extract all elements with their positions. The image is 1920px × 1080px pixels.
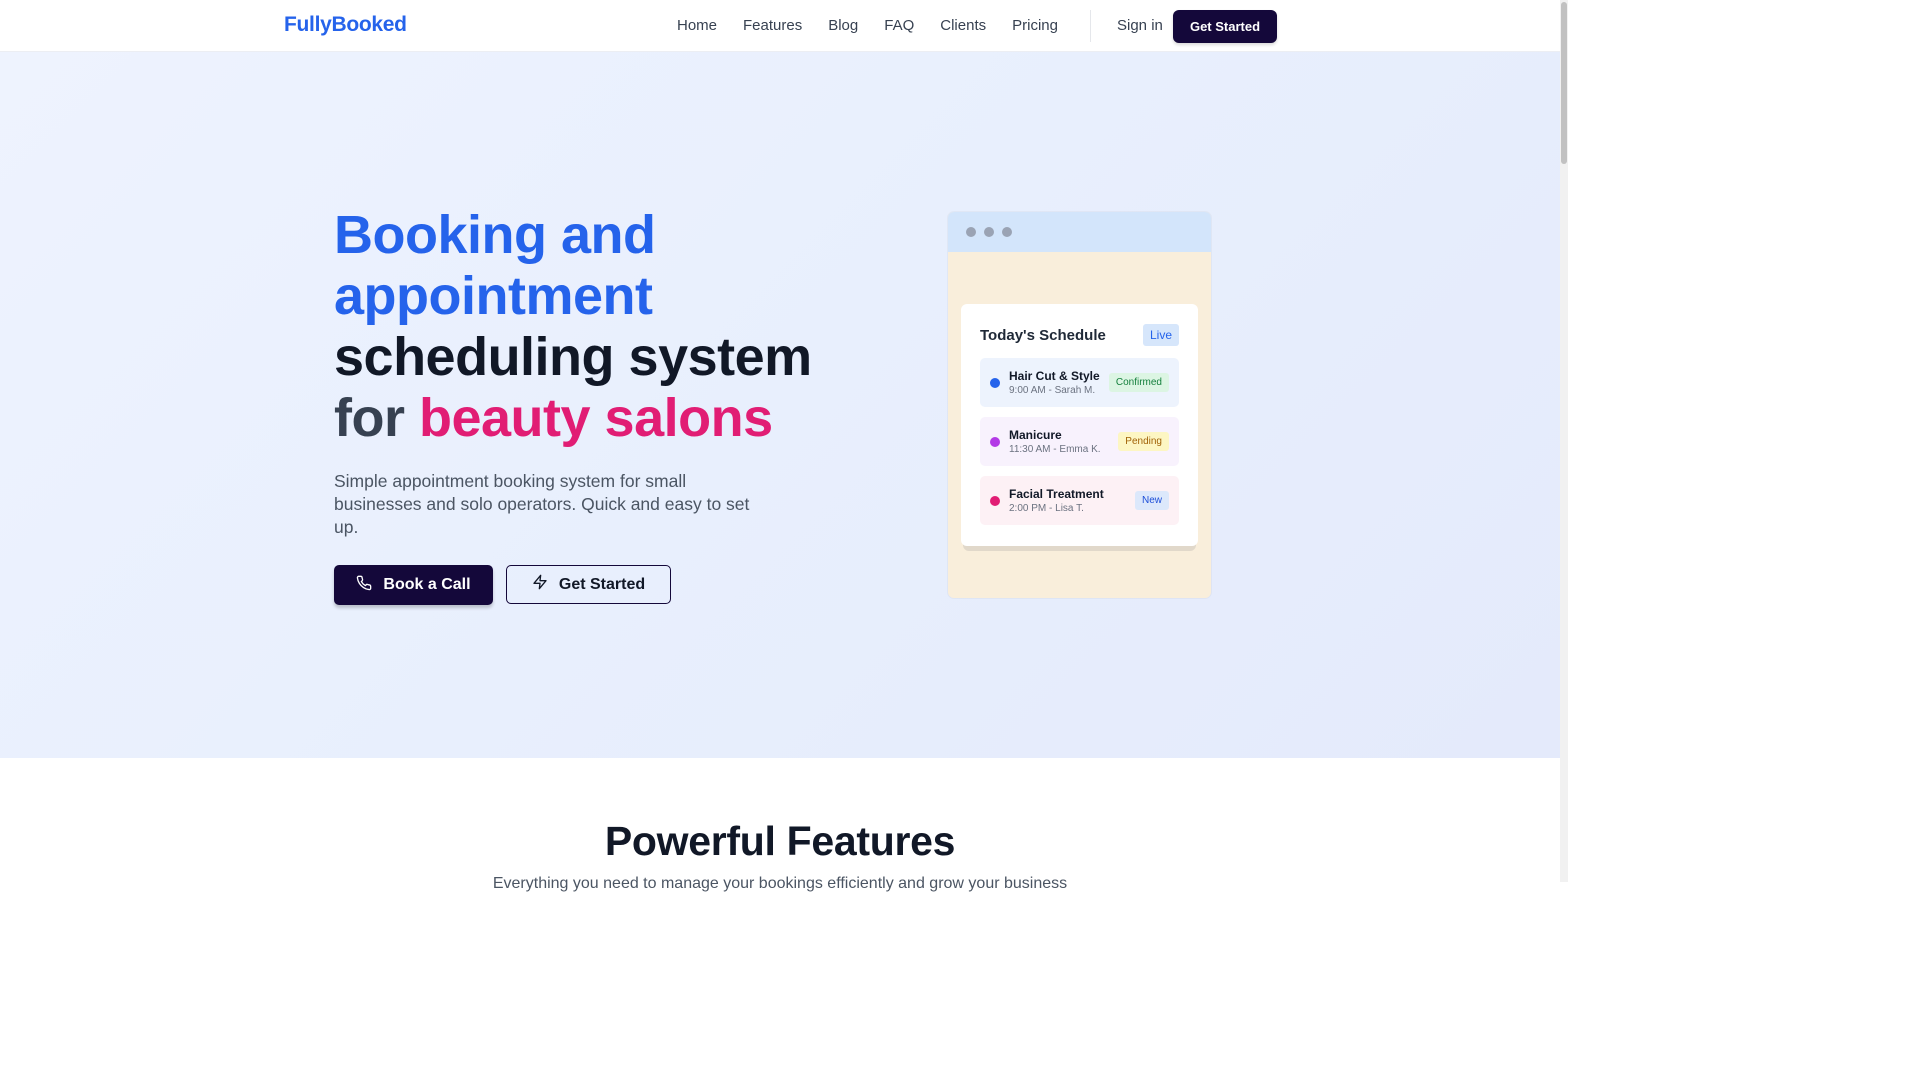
main-nav: Home Features Blog FAQ Clients Pricing	[677, 17, 1058, 34]
features-subtitle: Everything you need to manage your booki…	[492, 875, 1068, 892]
sign-in-link[interactable]: Sign in	[1117, 17, 1163, 34]
schedule-mockup: Today's Schedule Live Hair Cut & Style 9…	[948, 212, 1211, 598]
appointment-list: Hair Cut & Style 9:00 AM - Sarah M. Conf…	[980, 358, 1179, 525]
hero-title-highlight: beauty salons	[419, 388, 773, 448]
schedule-card: Today's Schedule Live Hair Cut & Style 9…	[961, 304, 1198, 546]
phone-icon	[356, 575, 372, 596]
status-dot	[990, 377, 1000, 388]
appointment-name: Manicure	[1009, 427, 1062, 442]
hero-title-line2: appointment	[334, 266, 653, 326]
nav-divider	[1090, 10, 1091, 42]
hero-title: Booking and appointment scheduling syste…	[334, 205, 854, 449]
lightning-icon	[532, 574, 548, 595]
nav-features[interactable]: Features	[743, 17, 802, 34]
hero-get-started-button[interactable]: Get Started	[506, 565, 671, 604]
window-dot	[1002, 227, 1012, 237]
book-call-button[interactable]: Book a Call	[334, 565, 493, 605]
nav-faq[interactable]: FAQ	[884, 17, 914, 34]
schedule-title: Today's Schedule	[980, 326, 1106, 344]
header-get-started-button[interactable]: Get Started	[1173, 10, 1277, 43]
logo[interactable]: FullyBooked	[284, 13, 407, 37]
live-badge: Live	[1142, 324, 1179, 346]
status-badge: Confirmed	[1108, 373, 1169, 392]
window-dot	[984, 227, 994, 237]
hero-get-started-label: Get Started	[558, 575, 646, 593]
nav-blog[interactable]: Blog	[828, 17, 858, 34]
appointment-name: Hair Cut & Style	[1009, 368, 1100, 383]
appointment-item: Manicure 11:30 AM - Emma K. Pending	[980, 417, 1179, 466]
status-dot	[990, 495, 1000, 506]
page-scrollbar[interactable]	[1560, 0, 1568, 882]
appointment-item: Facial Treatment 2:00 PM - Lisa T. New	[980, 476, 1179, 525]
appointment-time: 9:00 AM - Sarah M.	[1009, 384, 1096, 396]
hero-title-line3: scheduling system	[334, 327, 812, 387]
appointment-item: Hair Cut & Style 9:00 AM - Sarah M. Conf…	[980, 358, 1179, 407]
appointment-name: Facial Treatment	[1009, 486, 1104, 501]
book-call-label: Book a Call	[383, 576, 471, 593]
nav-home[interactable]: Home	[677, 17, 717, 34]
status-badge: New	[1134, 491, 1169, 510]
appointment-time: 2:00 PM - Lisa T.	[1009, 502, 1084, 514]
site-header: FullyBooked Home Features Blog FAQ Clien…	[0, 0, 1560, 52]
nav-clients[interactable]: Clients	[940, 17, 986, 34]
hero-subtitle: Simple appointment booking system for sm…	[334, 471, 750, 537]
hero-title-line1: Booking and	[334, 205, 656, 265]
hero-title-line4-prefix: for	[334, 388, 419, 448]
status-dot	[990, 436, 1000, 447]
appointment-time: 11:30 AM - Emma K.	[1009, 443, 1101, 455]
features-title: Powerful Features	[604, 818, 956, 864]
window-titlebar	[948, 212, 1211, 252]
status-badge: Pending	[1118, 432, 1169, 451]
scrollbar-thumb[interactable]	[1561, 2, 1567, 164]
window-dot	[966, 227, 976, 237]
nav-pricing[interactable]: Pricing	[1012, 17, 1058, 34]
